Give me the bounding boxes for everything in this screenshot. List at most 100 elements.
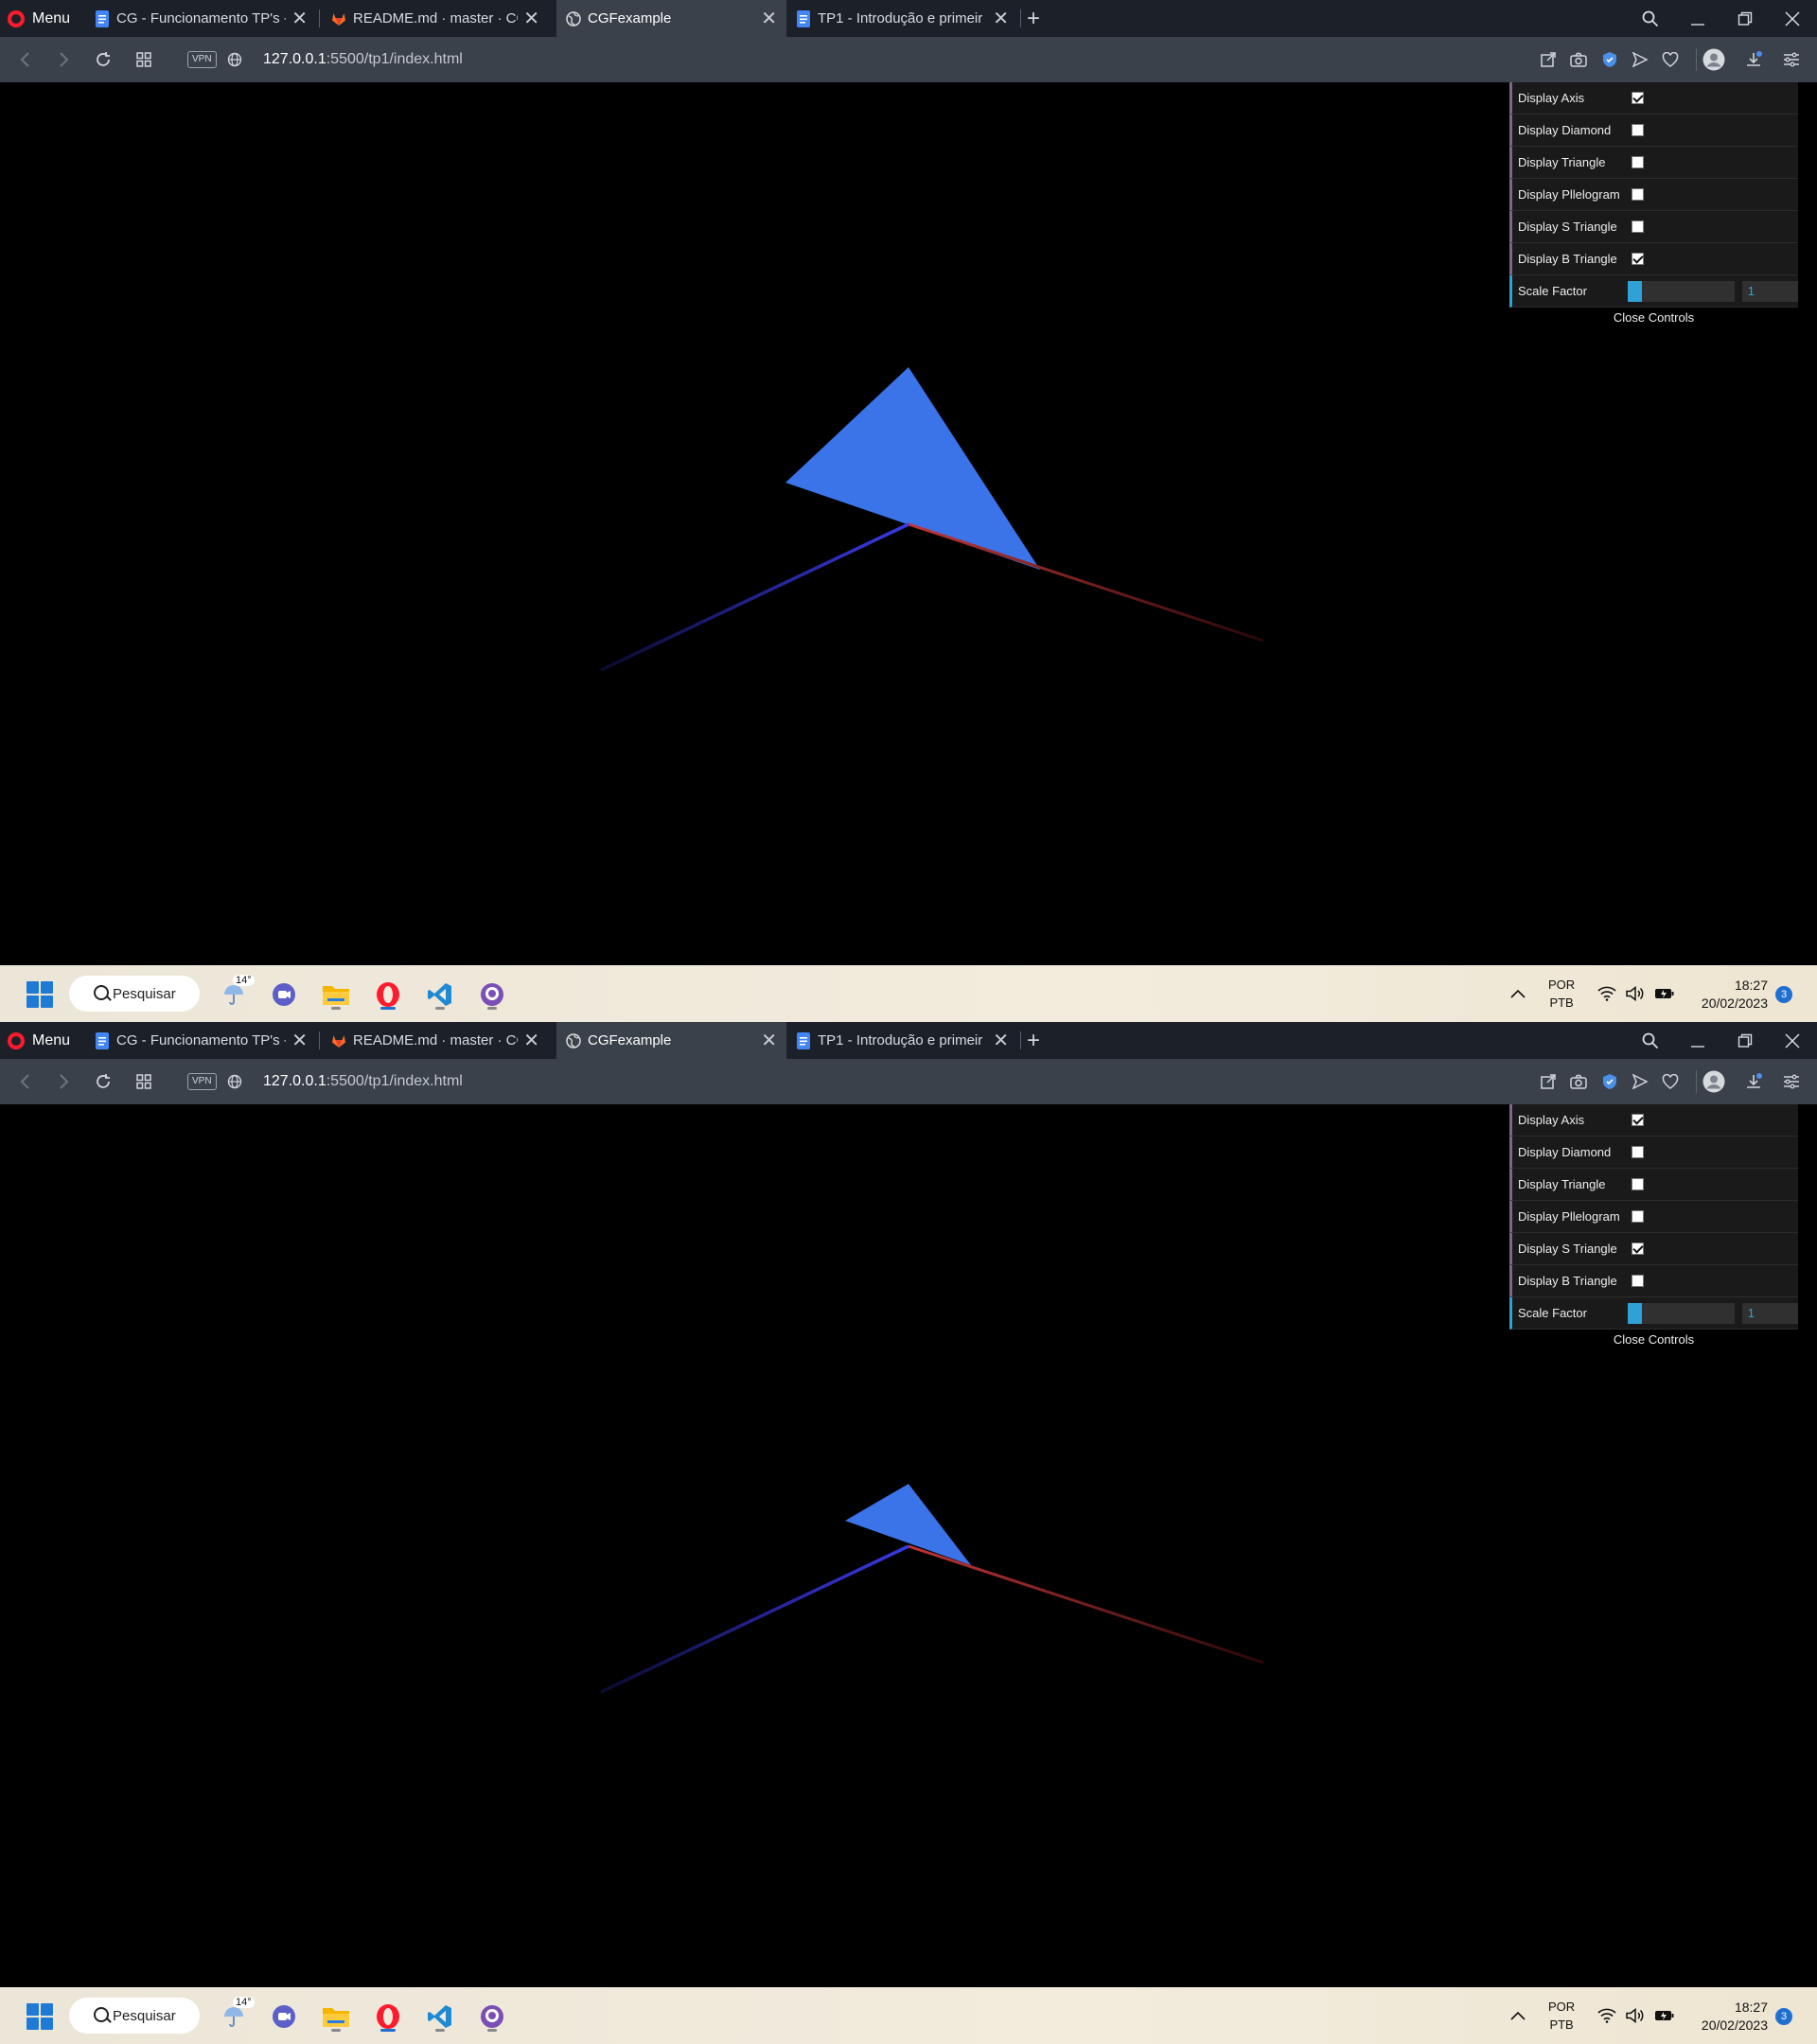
github-desktop-icon[interactable] — [473, 1998, 511, 2035]
wifi-icon[interactable] — [1597, 965, 1616, 1022]
system-clock[interactable]: 18:27 20/02/2023 — [1692, 1999, 1768, 2035]
adblock-shield-icon[interactable] — [1596, 1059, 1624, 1104]
tab-cg-funcionamento[interactable]: CG - Funcionamento TP's - ✕ — [85, 1022, 317, 1059]
gui-control-row[interactable]: Display Diamond — [1509, 1137, 1798, 1169]
gui-checkbox[interactable] — [1632, 253, 1644, 265]
gui-control-row[interactable]: Display Triangle — [1509, 147, 1798, 179]
downloads-icon[interactable] — [1739, 1059, 1768, 1104]
vscode-icon[interactable] — [421, 976, 459, 1013]
snapshot-camera-icon[interactable] — [1564, 1059, 1593, 1104]
adblock-shield-icon[interactable] — [1596, 37, 1624, 82]
send-arrow-icon[interactable] — [1626, 1059, 1654, 1104]
site-info-globe-icon[interactable] — [221, 37, 249, 82]
profile-avatar-icon[interactable] — [1700, 1059, 1728, 1104]
vscode-icon[interactable] — [421, 1998, 459, 2035]
heart-bookmark-icon[interactable] — [1656, 1059, 1685, 1104]
close-controls-button[interactable]: Close Controls — [1509, 1330, 1798, 1350]
send-arrow-icon[interactable] — [1626, 37, 1654, 82]
restore-icon[interactable] — [1722, 1022, 1768, 1059]
easy-setup-sliders-icon[interactable] — [1777, 37, 1806, 82]
volume-icon[interactable] — [1626, 1987, 1645, 2044]
new-tab-plus-icon[interactable]: + — [1027, 0, 1040, 37]
tab-close-icon[interactable]: ✕ — [523, 7, 539, 30]
gui-control-row[interactable]: Display Pllelogram — [1509, 179, 1798, 211]
tab-grid-icon[interactable] — [130, 1059, 158, 1104]
easy-setup-icon[interactable] — [1534, 37, 1562, 82]
gui-control-row[interactable]: Display Axis — [1509, 1104, 1798, 1137]
gui-control-row[interactable]: Display B Triangle — [1509, 243, 1798, 275]
scale-factor-slider[interactable] — [1628, 1302, 1735, 1324]
notification-count-badge[interactable]: 3 — [1775, 986, 1792, 1003]
gui-control-row[interactable]: Display Axis — [1509, 82, 1798, 115]
minimize-icon[interactable] — [1675, 1022, 1720, 1059]
profile-avatar-icon[interactable] — [1700, 37, 1728, 82]
reload-icon[interactable] — [89, 37, 117, 82]
restore-icon[interactable] — [1722, 0, 1768, 37]
gui-checkbox[interactable] — [1632, 1242, 1644, 1255]
minimize-icon[interactable] — [1675, 0, 1720, 37]
gui-checkbox[interactable] — [1632, 92, 1644, 104]
tab-tp1-introducao[interactable]: TP1 - Introdução e primeir ✕ — [786, 1022, 1018, 1059]
downloads-icon[interactable] — [1739, 37, 1768, 82]
reload-icon[interactable] — [89, 1059, 117, 1104]
tab-close-icon[interactable]: ✕ — [993, 7, 1009, 30]
input-language-indicator[interactable]: POR PTB — [1548, 965, 1575, 1022]
close-controls-button[interactable]: Close Controls — [1509, 308, 1798, 328]
close-window-icon[interactable] — [1770, 0, 1815, 37]
windows-start-icon[interactable] — [26, 981, 53, 1008]
tab-tp1-introducao[interactable]: TP1 - Introdução e primeir ✕ — [786, 0, 1018, 37]
system-clock[interactable]: 18:27 20/02/2023 — [1692, 977, 1768, 1013]
close-window-icon[interactable] — [1770, 1022, 1815, 1059]
wifi-icon[interactable] — [1597, 1987, 1616, 2044]
scale-factor-input[interactable]: 1 — [1741, 280, 1798, 302]
tab-close-icon[interactable]: ✕ — [291, 1029, 308, 1052]
gui-checkbox[interactable] — [1632, 1275, 1644, 1287]
easy-setup-icon[interactable] — [1534, 1059, 1562, 1104]
url-field[interactable]: 127.0.0.1:5500/tp1/index.html — [263, 37, 463, 82]
notification-count-badge[interactable]: 3 — [1775, 2008, 1792, 2025]
windows-start-icon[interactable] — [26, 2003, 53, 2030]
opera-browser-icon[interactable] — [369, 1998, 407, 2035]
search-tabs-icon[interactable] — [1628, 0, 1673, 37]
taskbar-search-box[interactable]: Pesquisar — [69, 1998, 200, 2034]
back-icon[interactable] — [11, 1059, 40, 1104]
show-hidden-icons-chevron-icon[interactable] — [1510, 1987, 1526, 2044]
volume-icon[interactable] — [1626, 965, 1645, 1022]
opera-menu-button[interactable]: Menu — [8, 0, 70, 37]
battery-charging-icon[interactable] — [1654, 1987, 1675, 2044]
gui-control-row[interactable]: Display Pllelogram — [1509, 1201, 1798, 1233]
tab-close-icon[interactable]: ✕ — [523, 1029, 539, 1052]
teams-chat-icon[interactable] — [265, 976, 303, 1013]
tab-readme[interactable]: README.md · master · CG / ✕ — [322, 1022, 549, 1059]
taskbar-search-box[interactable]: Pesquisar — [69, 976, 200, 1012]
gui-control-row[interactable]: Display Triangle — [1509, 1169, 1798, 1201]
gui-control-row[interactable]: Display S Triangle — [1509, 1233, 1798, 1265]
gui-checkbox[interactable] — [1632, 1210, 1644, 1223]
tab-cgfexample[interactable]: CGFexample ✕ — [556, 1022, 786, 1059]
new-tab-plus-icon[interactable]: + — [1027, 1022, 1040, 1059]
gui-checkbox[interactable] — [1632, 124, 1644, 136]
show-hidden-icons-chevron-icon[interactable] — [1510, 965, 1526, 1022]
vpn-badge[interactable]: VPN — [187, 1073, 217, 1090]
tab-grid-icon[interactable] — [130, 37, 158, 82]
url-field[interactable]: 127.0.0.1:5500/tp1/index.html — [263, 1059, 463, 1104]
forward-icon[interactable] — [49, 37, 78, 82]
input-language-indicator[interactable]: POR PTB — [1548, 1987, 1575, 2044]
gui-checkbox[interactable] — [1632, 1146, 1644, 1158]
gui-checkbox[interactable] — [1632, 1114, 1644, 1126]
battery-charging-icon[interactable] — [1654, 965, 1675, 1022]
github-desktop-icon[interactable] — [473, 976, 511, 1013]
heart-bookmark-icon[interactable] — [1656, 37, 1685, 82]
opera-menu-button[interactable]: Menu — [8, 1022, 70, 1059]
gui-checkbox[interactable] — [1632, 1178, 1644, 1190]
webgl-canvas[interactable]: Display Axis Display Diamond Display Trian… — [0, 1104, 1817, 1987]
scale-factor-input[interactable]: 1 — [1741, 1302, 1798, 1324]
vpn-badge[interactable]: VPN — [187, 51, 217, 68]
snapshot-camera-icon[interactable] — [1564, 37, 1593, 82]
file-explorer-icon[interactable] — [317, 976, 355, 1013]
tab-close-icon[interactable]: ✕ — [761, 7, 777, 30]
forward-icon[interactable] — [49, 1059, 78, 1104]
gui-checkbox[interactable] — [1632, 156, 1644, 168]
tab-cg-funcionamento[interactable]: CG - Funcionamento TP's - ✕ — [85, 0, 317, 37]
tab-close-icon[interactable]: ✕ — [291, 7, 308, 30]
